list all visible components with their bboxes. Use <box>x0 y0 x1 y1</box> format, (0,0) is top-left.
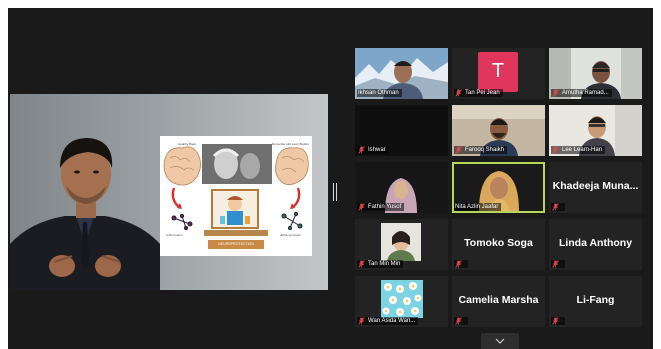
mic-muted-icon <box>552 146 559 154</box>
presentation-slide: Healthy Brain Dementia with Lewy Bodies <box>160 136 312 256</box>
participant-name-label: Ishwar <box>357 146 389 154</box>
participant-tile[interactable]: Tan Min Min <box>355 219 448 270</box>
mic-muted-icon <box>552 317 559 325</box>
participant-display-name: Khadeeja Muna... <box>552 180 639 192</box>
participant-name-label: Ikhsan Othman <box>357 89 402 97</box>
participant-name-label: Lee Learn-Han <box>551 146 606 154</box>
participant-name-label: Tan Pei Jean <box>454 89 503 97</box>
participant-name-label <box>551 317 565 325</box>
participant-display-name: Tomoko Soga <box>464 237 533 249</box>
participant-tile[interactable]: Farooq Shaikh <box>452 105 545 156</box>
mic-muted-icon <box>358 146 365 154</box>
participant-tile-active-speaker[interactable]: Nita Azlin Jaafar <box>452 162 545 213</box>
participant-name-label <box>454 317 468 325</box>
participant-tile[interactable]: Wan Asida Wan... <box>355 276 448 327</box>
avatar: T <box>478 52 518 92</box>
mic-muted-icon <box>455 260 462 268</box>
participant-name-label: Fathin Yusof <box>357 203 405 211</box>
slide-caption: NEUROPROTECTION <box>208 240 264 249</box>
slide-label-right-molecule: alpha-synuclein <box>280 233 301 237</box>
participant-tile[interactable]: Ishwar <box>355 105 448 156</box>
shared-screen[interactable]: Healthy Brain Dementia with Lewy Bodies <box>10 94 328 290</box>
participant-name-label: Nita Azlin Jaafar <box>454 203 502 211</box>
participant-name-label <box>454 260 468 268</box>
mic-muted-icon <box>358 317 365 325</box>
participant-tile[interactable]: Khadeeja Muna... <box>549 162 642 213</box>
participant-display-name: Li-Fang <box>576 294 615 306</box>
participant-name-label: Farooq Shaikh <box>454 146 508 154</box>
mic-muted-icon <box>552 260 559 268</box>
mic-muted-icon <box>455 146 462 154</box>
meeting-window: Healthy Brain Dementia with Lewy Bodies <box>8 8 653 349</box>
participant-tile[interactable]: Tomoko Soga <box>452 219 545 270</box>
participant-tile[interactable]: Fathin Yusof <box>355 162 448 213</box>
participant-tile[interactable]: T Tan Pei Jean <box>452 48 545 99</box>
mic-muted-icon <box>455 317 462 325</box>
participant-name-label <box>551 203 565 211</box>
participant-name-label: Tan Min Min <box>357 260 404 268</box>
presenter-video <box>10 138 160 290</box>
participant-tile[interactable]: Ikhsan Othman <box>355 48 448 99</box>
participant-tile[interactable]: Lee Learn-Han <box>549 105 642 156</box>
participant-name-label: Amutha Ramad... <box>551 89 612 97</box>
gallery-next-page-button[interactable] <box>481 333 519 349</box>
mic-muted-icon <box>552 89 559 97</box>
participant-name-label: Wan Asida Wan... <box>357 317 419 325</box>
chevron-down-icon <box>495 338 505 344</box>
avatar-letter: T <box>491 60 505 82</box>
participant-tile[interactable]: Linda Anthony <box>549 219 642 270</box>
mic-muted-icon <box>552 203 559 211</box>
mic-muted-icon <box>455 89 462 97</box>
participant-tile[interactable]: Camelia Marsha <box>452 276 545 327</box>
participant-tile[interactable]: Li-Fang <box>549 276 642 327</box>
panel-resize-handle[interactable] <box>333 183 337 201</box>
mic-muted-icon <box>358 260 365 268</box>
slide-label-left-molecule: Anthocyanin <box>166 233 183 237</box>
participant-display-name: Linda Anthony <box>558 237 633 249</box>
mic-muted-icon <box>358 203 365 211</box>
participant-tile[interactable]: Amutha Ramad... <box>549 48 642 99</box>
slide-illustration <box>163 144 309 236</box>
participant-name-label <box>551 260 565 268</box>
participant-display-name: Camelia Marsha <box>458 294 539 306</box>
